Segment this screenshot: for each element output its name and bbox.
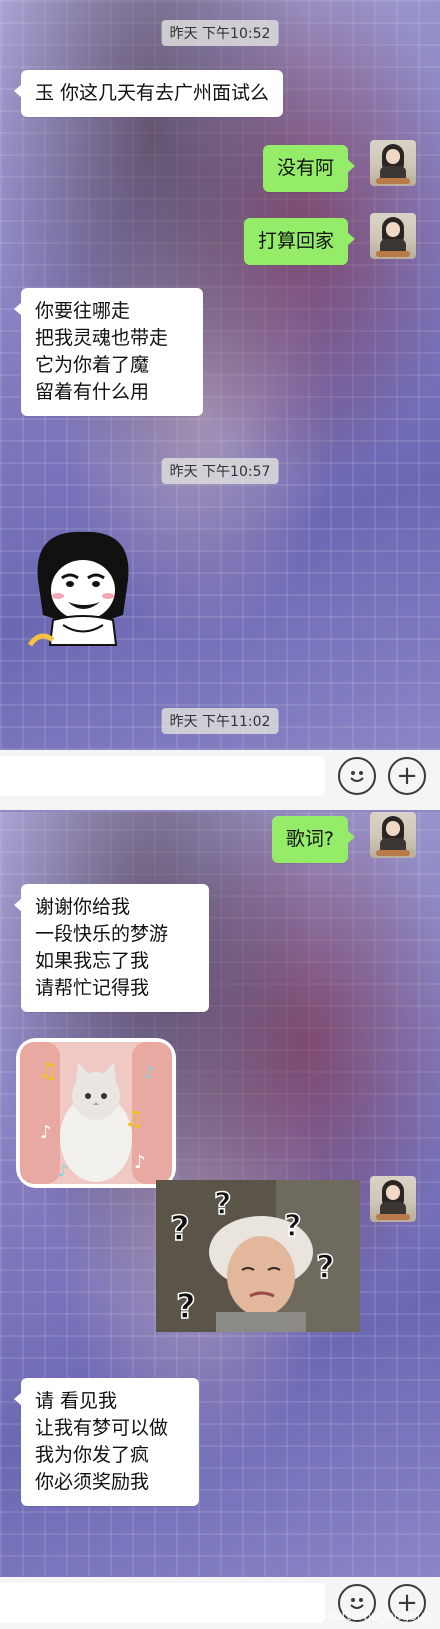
svg-text:?: ?	[316, 1248, 335, 1286]
message-input[interactable]	[0, 756, 325, 796]
message-bubble-outgoing[interactable]: 没有阿	[262, 145, 356, 192]
watermark: @Shutterbugbugbug	[306, 1609, 432, 1623]
plus-button[interactable]: +	[388, 757, 426, 795]
svg-text:♪: ♪	[58, 1161, 68, 1180]
emoji-button[interactable]	[338, 757, 376, 795]
chat-panel-1: 昨天 下午10:52 玉 你这几天有去广州面试么 没有阿 打算回家 你要往哪走 …	[0, 0, 440, 750]
avatar[interactable]	[370, 812, 416, 858]
avatar[interactable]	[370, 140, 416, 186]
confused-woman-sticker[interactable]: ? ? ? ? ?	[156, 1180, 360, 1332]
chat-input-bar: +	[0, 750, 440, 802]
svg-text:?: ?	[170, 1209, 190, 1249]
timestamp: 昨天 下午10:52	[161, 20, 279, 46]
divider	[0, 802, 440, 810]
svg-text:♫: ♫	[124, 1107, 144, 1132]
svg-text:♪: ♪	[40, 1122, 52, 1143]
message-bubble-incoming[interactable]: 请 看见我 让我有梦可以做 我为你发了疯 你必须奖励我	[14, 1378, 199, 1506]
svg-text:♫: ♫	[38, 1059, 58, 1084]
message-bubble-incoming[interactable]: 你要往哪走 把我灵魂也带走 它为你着了魔 留着有什么用	[14, 288, 203, 416]
timestamp: 昨天 下午11:02	[161, 708, 279, 734]
emoji-icon	[350, 771, 364, 782]
avatar[interactable]	[370, 213, 416, 259]
message-bubble-outgoing[interactable]: 打算回家	[243, 218, 356, 265]
chat-input-bar: + @Shutterbugbugbug	[0, 1577, 440, 1629]
svg-text:♪: ♪	[134, 1152, 146, 1173]
message-bubble-outgoing[interactable]: 歌词?	[271, 816, 356, 863]
timestamp: 昨天 下午10:57	[161, 458, 279, 484]
message-input[interactable]	[0, 1583, 325, 1623]
message-bubble-incoming[interactable]: 玉 你这几天有去广州面试么	[13, 70, 284, 117]
svg-text:♪: ♪	[144, 1063, 154, 1082]
svg-text:?: ?	[214, 1187, 231, 1222]
plus-icon: +	[396, 761, 418, 791]
singing-cat-sticker[interactable]: ♫ ♫ ♪ ♪ ♪ ♪	[16, 1038, 176, 1188]
meme-face-sticker[interactable]	[18, 520, 148, 660]
avatar[interactable]	[370, 1176, 416, 1222]
svg-text:?: ?	[176, 1287, 196, 1327]
message-bubble-incoming[interactable]: 谢谢你给我 一段快乐的梦游 如果我忘了我 请帮忙记得我	[14, 884, 209, 1012]
svg-text:?: ?	[284, 1209, 301, 1244]
chat-panel-2: 歌词? 谢谢你给我 一段快乐的梦游 如果我忘了我 请帮忙记得我 ♫ ♫ ♪ ♪ …	[0, 812, 440, 1579]
